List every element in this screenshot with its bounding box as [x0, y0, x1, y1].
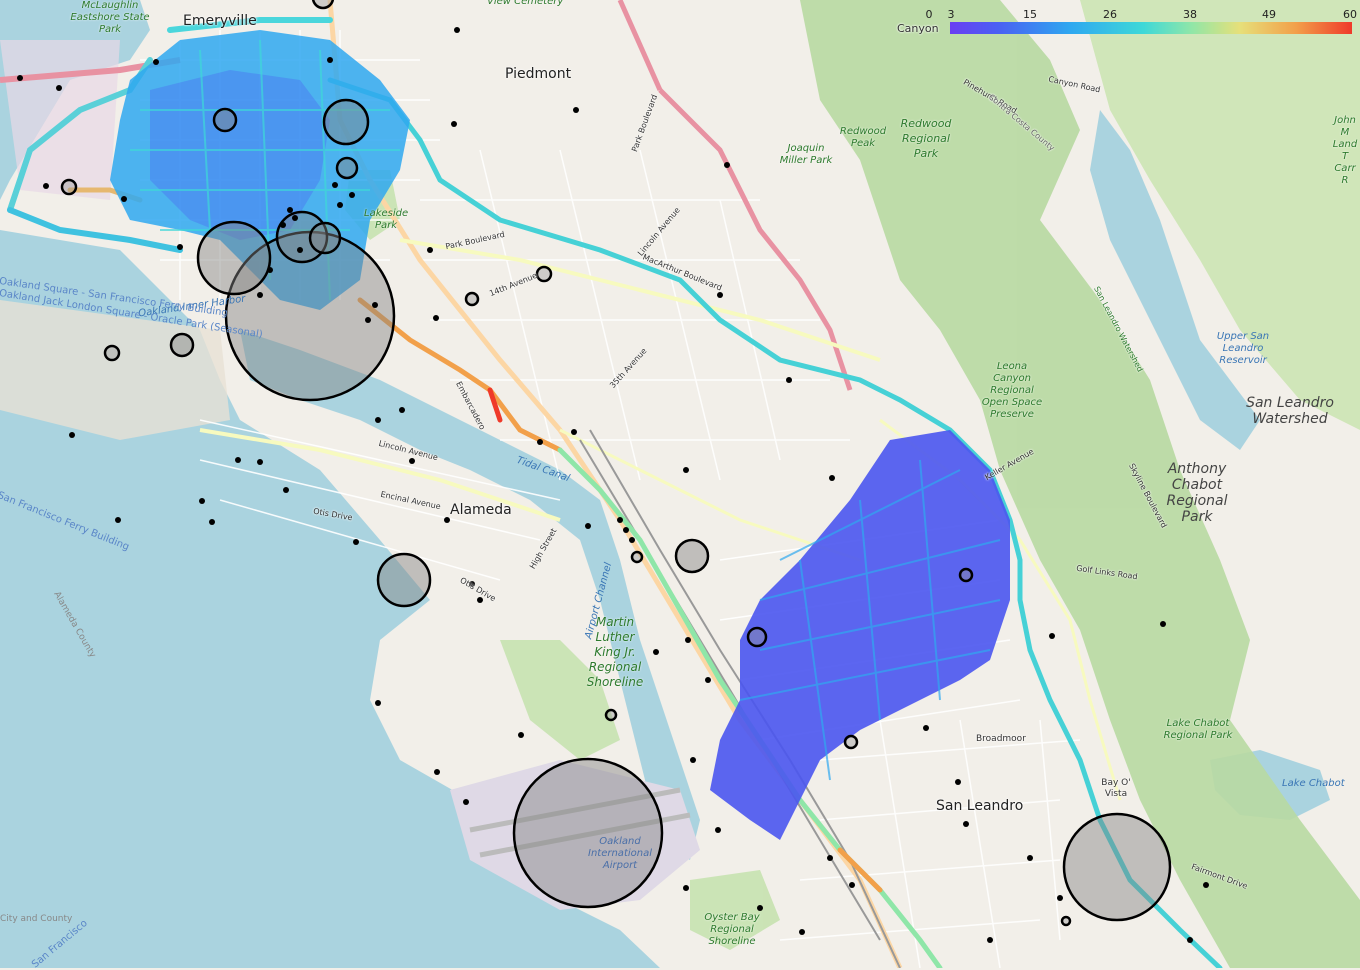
label-leona-canyon: Leona Canyon Regional Open Space Preserv…	[981, 361, 1043, 420]
label-emeryville: Emeryville	[183, 13, 257, 29]
colorbar-tick-1: 3	[947, 8, 955, 21]
label-anthony-chabot: Anthony Chabot Regional Park	[1166, 461, 1228, 525]
label-bay-o-vista: Bay O' Vista	[1101, 778, 1131, 799]
label-airport: Oakland International Airport	[588, 836, 652, 871]
label-john-muir: John M Land T Carr R	[1332, 115, 1358, 186]
label-oyster-bay: Oyster Bay Regional Shoreline	[704, 912, 760, 947]
label-lake-chabot-park: Lake Chabot Regional Park	[1163, 718, 1233, 741]
colorbar-tick-3: 26	[1103, 8, 1117, 21]
label-city-county: City and County	[0, 914, 73, 924]
colorbar-gradient	[950, 22, 1352, 34]
label-upper-reservoir: Upper San Leandro Reservoir	[1216, 331, 1270, 366]
label-piedmont: Piedmont	[505, 66, 572, 82]
label-broadmoor: Broadmoor	[976, 734, 1026, 744]
colorbar-tick-0: 0	[925, 8, 933, 21]
label-view-cemetery: View Cemetery	[487, 0, 564, 7]
label-san-leandro-watershed: San Leandro Watershed	[1246, 395, 1334, 427]
label-lakeside-park: Lakeside Park	[364, 208, 409, 231]
label-mclaughlin: McLaughlin Eastshore State Park	[70, 0, 150, 35]
colorbar-tick-2: 15	[1023, 8, 1037, 21]
label-alameda: Alameda	[450, 502, 512, 518]
label-joaquin-miller: Joaquin Miller Park	[779, 143, 833, 166]
label-redwood-park: Redwood Regional Park	[900, 117, 952, 160]
map-canvas[interactable]	[0, 0, 1360, 968]
speed-colorbar: 0 3 15 26 38 49 60	[920, 4, 1358, 38]
label-lake-chabot: Lake Chabot	[1282, 778, 1345, 789]
label-san-leandro: San Leandro	[936, 798, 1024, 814]
label-redwood-peak: Redwood Peak	[839, 126, 887, 149]
colorbar-tick-5: 49	[1262, 8, 1276, 21]
colorbar-tick-4: 38	[1183, 8, 1197, 21]
colorbar-tick-6: 60	[1343, 8, 1357, 21]
